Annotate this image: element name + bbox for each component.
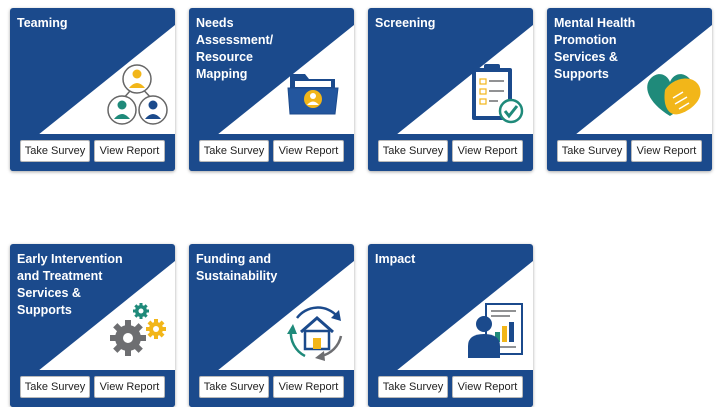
take-survey-button[interactable]: Take Survey xyxy=(557,140,627,162)
view-report-button[interactable]: View Report xyxy=(94,376,165,398)
take-survey-button[interactable]: Take Survey xyxy=(378,140,448,162)
take-survey-button[interactable]: Take Survey xyxy=(199,376,269,398)
card-funding-sustainability: Funding and Sustainability Take Survey V… xyxy=(189,244,354,407)
card-mental-health-promotion: Mental Health Promotion Services & Suppo… xyxy=(547,8,712,171)
take-survey-button[interactable]: Take Survey xyxy=(20,376,90,398)
view-report-button[interactable]: View Report xyxy=(452,376,523,398)
card-actions: Take Survey View Report xyxy=(547,134,712,171)
take-survey-button[interactable]: Take Survey xyxy=(378,376,448,398)
card-early-intervention: Early Intervention and Treatment Service… xyxy=(10,244,175,407)
view-report-button[interactable]: View Report xyxy=(273,376,344,398)
card-needs-assessment: Needs Assessment/ Resource Mapping Take … xyxy=(189,8,354,171)
card-actions: Take Survey View Report xyxy=(10,370,175,407)
take-survey-button[interactable]: Take Survey xyxy=(199,140,269,162)
take-survey-button[interactable]: Take Survey xyxy=(20,140,90,162)
view-report-button[interactable]: View Report xyxy=(273,140,344,162)
view-report-button[interactable]: View Report xyxy=(452,140,523,162)
card-teaming: Teaming Take Survey View Report xyxy=(10,8,175,171)
card-screening: Screening Take Survey View Report xyxy=(368,8,533,171)
view-report-button[interactable]: View Report xyxy=(94,140,165,162)
card-actions: Take Survey View Report xyxy=(189,134,354,171)
card-actions: Take Survey View Report xyxy=(368,370,533,407)
card-impact: Impact Take Survey View Report xyxy=(368,244,533,407)
card-actions: Take Survey View Report xyxy=(10,134,175,171)
card-actions: Take Survey View Report xyxy=(189,370,354,407)
view-report-button[interactable]: View Report xyxy=(631,140,702,162)
card-actions: Take Survey View Report xyxy=(368,134,533,171)
